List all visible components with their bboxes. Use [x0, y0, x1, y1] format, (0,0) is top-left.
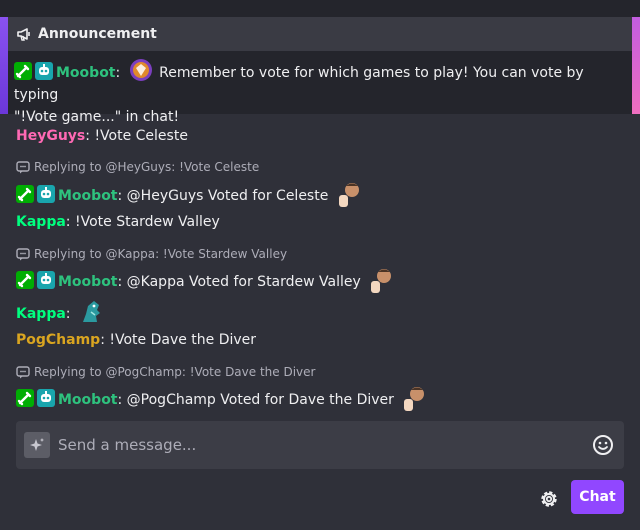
reply-text: Replying to @PogChamp: !Vote Dave the Di…: [34, 365, 316, 379]
bot-badge-icon[interactable]: [37, 271, 55, 289]
dinosaur-emote-icon: [82, 301, 100, 322]
reply-context[interactable]: Replying to @Kappa: !Vote Stardew Valley: [16, 247, 287, 261]
chat-message: Moobot: @PogChamp Voted for Dave the Div…: [16, 384, 428, 412]
announcement-text-2: "!Vote game..." in chat!: [14, 109, 180, 125]
username[interactable]: PogChamp: [16, 332, 100, 348]
announcement-accent-right: [632, 17, 640, 114]
message-text: !Vote Celeste: [94, 128, 188, 144]
reply-icon: [16, 161, 30, 174]
announcement-accent-left: [0, 17, 8, 114]
message-text: @HeyGuys Voted for Celeste: [126, 188, 329, 204]
username[interactable]: Kappa: [16, 306, 66, 322]
chat-input-container: [16, 421, 624, 469]
chat-message: Kappa: !Vote Stardew Valley: [16, 214, 220, 230]
moderator-badge-icon[interactable]: [16, 389, 34, 407]
chat-message: Moobot: @Kappa Voted for Stardew Valley: [16, 266, 395, 294]
reply-icon: [16, 248, 30, 261]
chat-input[interactable]: [58, 436, 592, 454]
reply-icon: [16, 366, 30, 379]
thumbs-up-face-emote-icon: [338, 183, 359, 207]
message-text: @Kappa Voted for Stardew Valley: [126, 274, 361, 290]
emoji-icon[interactable]: [592, 434, 614, 456]
purple-emote-icon: [129, 59, 152, 81]
chat-message: Kappa:: [16, 298, 105, 326]
thumbs-up-face-emote-icon: [404, 387, 425, 411]
bot-badge-icon[interactable]: [35, 62, 53, 80]
message-text: !Vote Dave the Diver: [109, 332, 257, 348]
reply-context[interactable]: Replying to @HeyGuys: !Vote Celeste: [16, 160, 259, 174]
reply-context[interactable]: Replying to @PogChamp: !Vote Dave the Di…: [16, 365, 315, 379]
announcement-header: Announcement: [8, 17, 632, 51]
gear-icon[interactable]: [538, 488, 560, 510]
sparkle-icon[interactable]: [24, 432, 50, 458]
bot-badge-icon[interactable]: [37, 389, 55, 407]
megaphone-icon: [17, 28, 30, 41]
chat-message: PogChamp: !Vote Dave the Diver: [16, 332, 257, 348]
chat-message: HeyGuys: !Vote Celeste: [16, 128, 188, 144]
message-text: !Vote Stardew Valley: [74, 214, 220, 230]
bot-badge-icon[interactable]: [37, 185, 55, 203]
announcement-author[interactable]: Moobot: [56, 65, 116, 81]
announcement-title: Announcement: [38, 26, 157, 42]
chat-send-button[interactable]: Chat: [571, 480, 624, 514]
reply-text: Replying to @HeyGuys: !Vote Celeste: [34, 160, 260, 174]
username[interactable]: Moobot: [58, 274, 118, 290]
announcement-message: Moobot: Remember to vote for which games…: [14, 56, 622, 128]
thumbs-up-face-emote-icon: [371, 269, 392, 293]
moderator-badge-icon[interactable]: [16, 185, 34, 203]
moderator-badge-icon[interactable]: [14, 62, 32, 80]
announcement-panel: Announcement Moobot: Remember to vote fo…: [0, 0, 640, 125]
username[interactable]: Moobot: [58, 188, 118, 204]
username[interactable]: Kappa: [16, 214, 66, 230]
moderator-badge-icon[interactable]: [16, 271, 34, 289]
chat-message: Moobot: @HeyGuys Voted for Celeste: [16, 180, 363, 208]
message-text: @PogChamp Voted for Dave the Diver: [126, 392, 394, 408]
reply-text: Replying to @Kappa: !Vote Stardew Valley: [34, 247, 288, 261]
username[interactable]: Moobot: [58, 392, 118, 408]
username[interactable]: HeyGuys: [16, 128, 85, 144]
